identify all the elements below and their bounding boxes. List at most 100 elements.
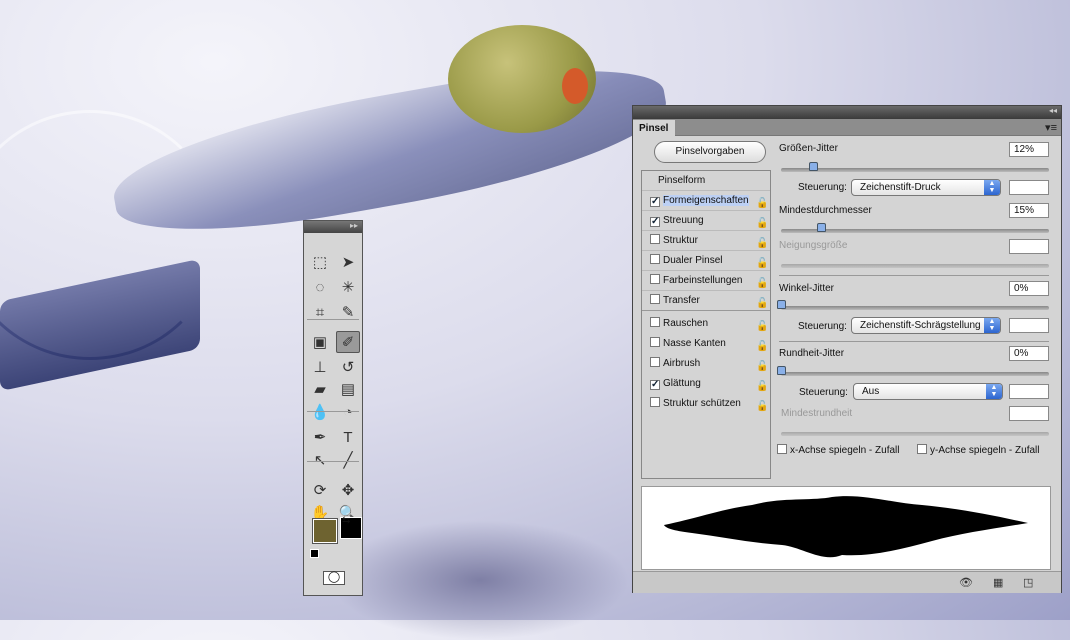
tab-pinsel[interactable]: Pinsel <box>633 120 675 136</box>
list-item[interactable]: Struktur schützen 🔓 <box>642 394 770 414</box>
quick-mask-icon[interactable]: ◯ <box>323 571 345 585</box>
blur-icon[interactable]: 💧 <box>308 401 332 423</box>
brush-editor-grid-icon[interactable]: ▦ <box>993 576 1003 589</box>
collapse-icon[interactable]: ◂◂ <box>1049 106 1057 115</box>
select-arrows-icon: ▲ ▼ <box>984 180 1000 195</box>
min-roundness-input[interactable] <box>1009 406 1049 421</box>
list-item-brush-tip-shape[interactable]: Pinselform <box>642 171 770 191</box>
roundness-jitter-slider[interactable] <box>777 366 1049 376</box>
pen-icon[interactable]: ✒ <box>308 426 332 448</box>
gradient-icon[interactable]: ▤ <box>336 378 360 400</box>
checkbox[interactable] <box>650 317 660 327</box>
panel-titlebar[interactable]: ◂◂ <box>633 106 1061 119</box>
foreground-color-swatch[interactable] <box>312 518 338 544</box>
magic-wand-icon[interactable]: ✳ <box>336 276 360 298</box>
lock-icon[interactable]: 🔓 <box>756 294 768 309</box>
lock-icon[interactable]: 🔓 <box>756 397 768 412</box>
healing-brush-icon[interactable]: ▣ <box>308 331 332 353</box>
list-item[interactable]: Rauschen 🔓 <box>642 314 770 334</box>
angle-jitter-input[interactable]: 0% <box>1009 281 1049 296</box>
lock-icon[interactable]: 🔓 <box>756 274 768 289</box>
new-brush-icon[interactable]: ◳ <box>1023 576 1033 589</box>
tilt-scale-input[interactable] <box>1009 239 1049 254</box>
checkbox[interactable]: ✓ <box>650 217 660 227</box>
3d-pan-icon[interactable]: ✥ <box>336 479 360 501</box>
list-item[interactable]: Struktur 🔓 <box>642 231 770 251</box>
list-item[interactable]: Dualer Pinsel 🔓 <box>642 251 770 271</box>
slider-thumb[interactable] <box>777 300 786 309</box>
checkbox[interactable] <box>650 337 660 347</box>
swap-colors-icon[interactable]: ⇆ <box>342 515 350 526</box>
list-item-label: Streuung <box>663 215 704 226</box>
dodge-icon[interactable]: ◔ <box>336 401 360 423</box>
lock-icon[interactable]: 🔓 <box>756 194 768 209</box>
list-item-label: Rauschen <box>663 318 709 329</box>
min-roundness-label: Mindestrundheit <box>781 408 853 419</box>
divider <box>307 411 359 412</box>
size-jitter-label: Größen-Jitter <box>779 143 838 154</box>
list-item[interactable]: Farbeinstellungen 🔓 <box>642 271 770 291</box>
eraser-icon[interactable]: ▰ <box>308 378 332 400</box>
size-jitter-slider[interactable] <box>781 162 1049 172</box>
move-icon[interactable]: ➤ <box>336 251 360 273</box>
default-colors-icon[interactable] <box>310 549 319 558</box>
roundness-control-field[interactable] <box>1009 384 1049 399</box>
brush-presets-button[interactable]: Pinselvorgaben <box>654 141 766 163</box>
angle-control-field[interactable] <box>1009 318 1049 333</box>
list-item[interactable]: Nasse Kanten 🔓 <box>642 334 770 354</box>
checkbox[interactable] <box>650 234 660 244</box>
rectangular-marquee-icon[interactable]: ⬚ <box>308 251 332 273</box>
panel-menu-icon[interactable]: ▾≡ <box>1045 121 1057 134</box>
lock-icon[interactable]: 🔓 <box>756 377 768 392</box>
toolbox-titlebar[interactable]: ▸▸ <box>304 221 362 233</box>
checkbox[interactable] <box>650 274 660 284</box>
size-control-field[interactable] <box>1009 180 1049 195</box>
toggle-live-tip-preview-icon[interactable]: 👁 <box>959 576 973 589</box>
angle-control-select[interactable]: Zeichenstift-Schrägstellung ▲ ▼ <box>851 317 1001 334</box>
type-icon[interactable]: T <box>336 426 360 448</box>
flip-y-checkbox[interactable]: y-Achse spiegeln - Zufall <box>917 444 1040 456</box>
min-diameter-input[interactable]: 15% <box>1009 203 1049 218</box>
select-value: Zeichenstift-Schrägstellung <box>860 320 981 331</box>
lock-icon[interactable]: 🔓 <box>756 254 768 269</box>
slider-thumb[interactable] <box>777 366 786 375</box>
list-item[interactable]: ✓ Streuung 🔓 <box>642 211 770 231</box>
lock-icon[interactable]: 🔓 <box>756 317 768 332</box>
angle-jitter-slider[interactable] <box>777 300 1049 310</box>
checkbox[interactable] <box>650 254 660 264</box>
control-label: Steuerung: <box>798 182 847 193</box>
roundness-control-select[interactable]: Aus ▲ ▼ <box>853 383 1003 400</box>
lasso-icon[interactable]: ◌ <box>308 276 332 298</box>
checkbox[interactable] <box>650 397 660 407</box>
flip-x-checkbox[interactable]: x-Achse spiegeln - Zufall <box>777 444 900 456</box>
line-icon[interactable]: ╱ <box>336 449 360 471</box>
path-selection-icon[interactable]: ↖ <box>308 449 332 471</box>
divider <box>779 341 1049 342</box>
list-item[interactable]: Airbrush 🔓 <box>642 354 770 374</box>
min-diameter-slider[interactable] <box>781 223 1049 233</box>
size-jitter-input[interactable]: 12% <box>1009 142 1049 157</box>
list-item[interactable]: ✓ Formeigenschaften 🔓 <box>642 191 770 211</box>
3d-rotate-icon[interactable]: ⟳ <box>308 479 332 501</box>
slider-thumb[interactable] <box>817 223 827 232</box>
lock-icon[interactable]: 🔓 <box>756 234 768 249</box>
size-control-select[interactable]: Zeichenstift-Druck ▲ ▼ <box>851 179 1001 196</box>
checkbox[interactable] <box>777 444 787 454</box>
collapse-icon[interactable]: ▸▸ <box>350 221 358 230</box>
history-brush-icon[interactable]: ↺ <box>336 356 360 378</box>
checkbox[interactable] <box>917 444 927 454</box>
checkbox[interactable]: ✓ <box>650 197 660 207</box>
lock-icon[interactable]: 🔓 <box>756 337 768 352</box>
list-item[interactable]: ✓ Glättung 🔓 <box>642 374 770 394</box>
lock-icon[interactable]: 🔓 <box>756 214 768 229</box>
checkbox[interactable]: ✓ <box>650 380 660 390</box>
list-item[interactable]: Transfer 🔓 <box>642 291 770 311</box>
lock-icon[interactable]: 🔓 <box>756 357 768 372</box>
clone-stamp-icon[interactable]: ⊥ <box>308 356 332 378</box>
slider-thumb[interactable] <box>809 162 819 171</box>
checkbox[interactable] <box>650 294 660 304</box>
select-arrows-icon: ▲ ▼ <box>984 318 1000 333</box>
checkbox[interactable] <box>650 357 660 367</box>
brush-icon[interactable]: ✐ <box>336 331 360 353</box>
roundness-jitter-input[interactable]: 0% <box>1009 346 1049 361</box>
